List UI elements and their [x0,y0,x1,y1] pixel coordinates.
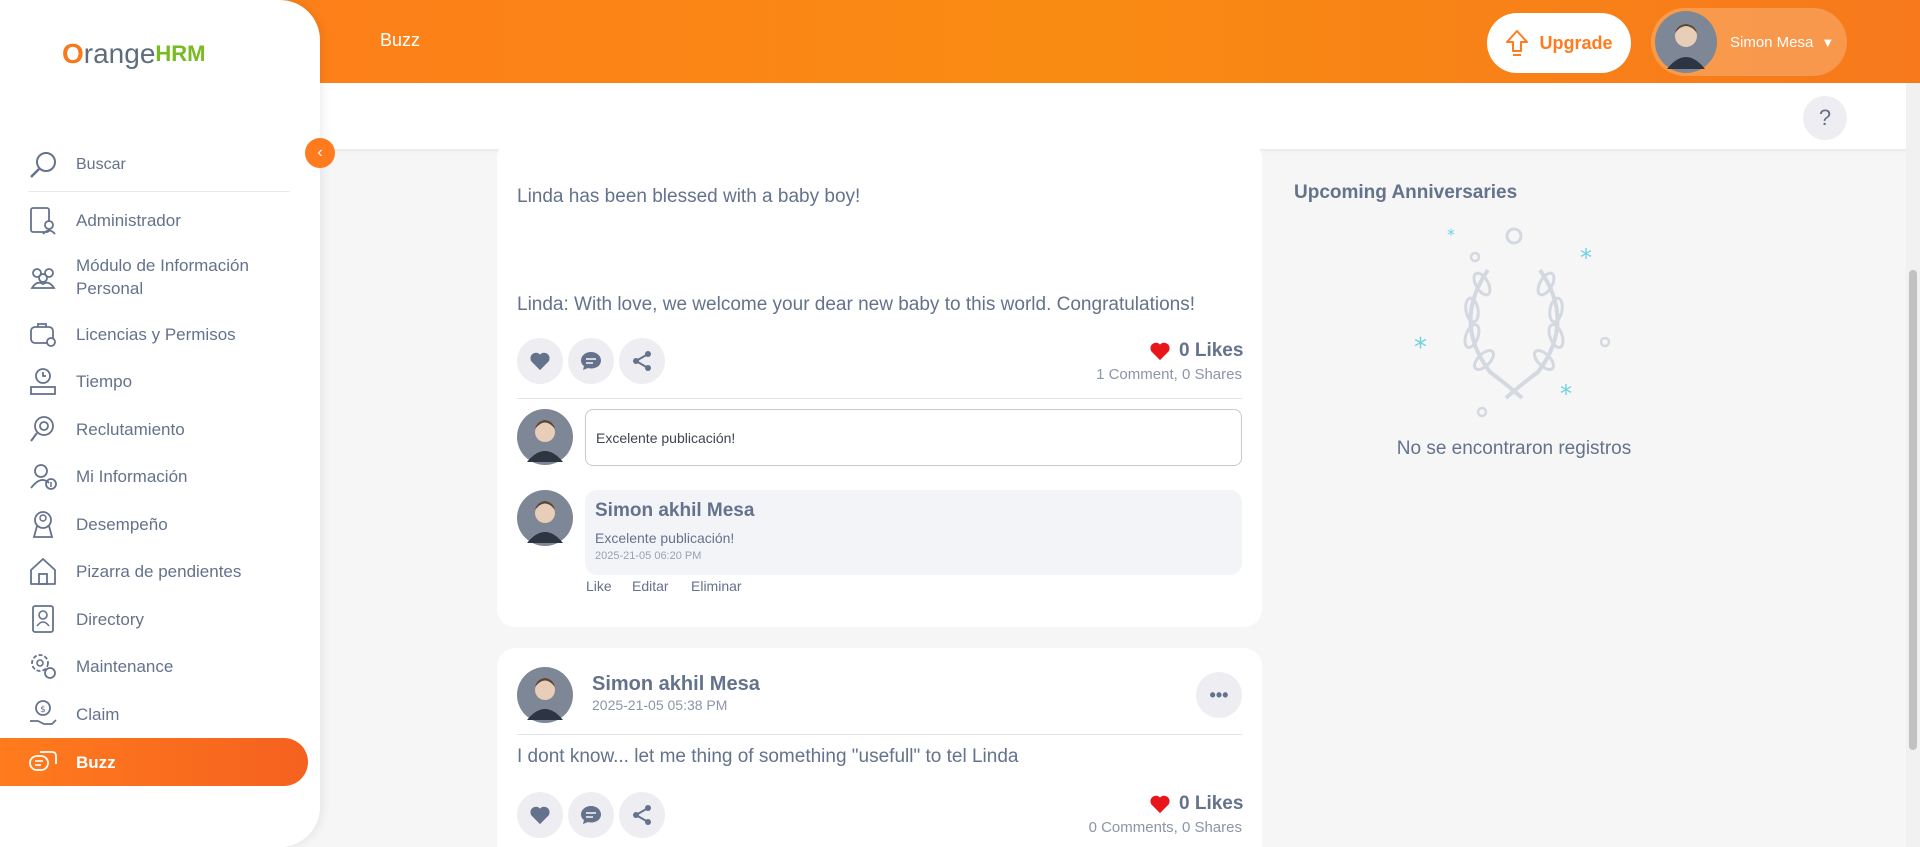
recruitment-icon [30,416,54,442]
post-author: Simon akhil Mesa [592,673,760,695]
time-icon [30,368,56,395]
comment-icon [581,806,601,824]
sidebar-item-label: Módulo de Información Personal [76,256,249,298]
post-text: Linda has been blessed with a baby boy! [517,186,861,207]
performance-icon [32,511,54,538]
comment-share-counts: 0 Comments, 0 Shares [1088,819,1242,836]
comment-author: Simon akhil Mesa [595,500,755,521]
upgrade-button[interactable]: Upgrade [1487,13,1631,73]
sidebar-item-mi-informacion[interactable]: Mi Información [28,461,308,491]
comment-button[interactable] [568,792,614,838]
comment-icon [581,352,601,370]
sidebar-search[interactable]: Buscar [28,138,290,192]
search-icon [30,151,56,178]
sidebar-item-label: Administrador [76,210,181,230]
share-icon [633,351,651,371]
divider [517,398,1242,399]
share-button[interactable] [619,792,665,838]
heart-icon [530,806,550,825]
scrollbar-thumb[interactable] [1909,270,1917,750]
laurel-wreath-icon: * * * * [1414,225,1610,418]
maintenance-icon [31,654,56,679]
sidebar-item-label: Tiempo [76,371,133,391]
upgrade-label: Upgrade [1539,32,1613,53]
sidebar-item-label: Pizarra de pendientes [76,561,242,581]
sidebar-item-label: Desempeño [76,514,168,534]
user-name: Simon Mesa [1730,33,1814,51]
sidebar-item-label: Mi Información [76,466,188,486]
comment-delete-link[interactable]: Eliminar [691,578,742,594]
svg-text:*: * [1447,225,1455,244]
likes-count: 0 Likes [1149,340,1243,362]
dashboard-icon [30,558,56,585]
sidebar-item-pim[interactable]: Módulo de Información Personal [28,254,308,300]
chevron-down-icon: ▼ [1821,34,1835,50]
sidebar-item-label: Buzz [76,752,116,772]
comment-input[interactable]: Excelente publicación! [585,409,1242,466]
avatar [517,490,573,546]
share-button[interactable] [619,338,665,384]
heart-icon [530,352,550,371]
pim-icon [30,268,56,289]
sidebar-item-claim[interactable]: $ Claim [28,699,308,729]
leave-icon [30,323,56,347]
my-info-icon [30,464,57,490]
more-options-button[interactable]: ••• [1196,672,1242,718]
post-text: I dont know... let me thing of something… [517,746,1019,767]
collapse-sidebar-button[interactable]: ‹ [305,138,335,168]
sidebar-item-directory[interactable]: Directory [28,604,308,634]
sidebar-item-label: Directory [76,609,145,629]
likes-count: 0 Likes [1149,793,1243,815]
comment-edit-link[interactable]: Editar [632,578,669,594]
avatar [517,667,573,723]
heart-filled-icon [1150,795,1170,814]
chevron-left-icon: ‹ [317,144,323,161]
comment-like-link[interactable]: Like [586,578,612,594]
svg-text:$: $ [40,705,46,715]
empty-state-text: No se encontraron registros [1396,438,1632,459]
comment-date: 2025-21-05 06:20 PM [595,550,702,562]
sidebar-item-desempeno[interactable]: Desempeño [28,509,308,539]
search-label: Buscar [76,155,126,173]
svg-text:*: * [1560,380,1572,408]
sidebar-item-label: Claim [76,704,120,724]
sidebar-item-administrador[interactable]: Administrador [28,205,308,235]
post-date: 2025-21-05 05:38 PM [592,697,728,713]
sidebar-item-label: Reclutamiento [76,419,185,439]
like-button[interactable] [517,792,563,838]
user-dropdown[interactable]: Simon Mesa ▼ [1651,8,1847,76]
page-title: Buzz [380,30,421,50]
divider [517,734,1242,735]
sidebar-item-buzz[interactable]: Buzz [0,738,308,786]
claim-icon: $ [30,700,57,725]
comment-button[interactable] [568,338,614,384]
upgrade-arrow-icon [1506,30,1529,56]
directory-icon [32,605,54,633]
sidebar-item-pizarra[interactable]: Pizarra de pendientes [28,556,308,586]
user-avatar [1655,11,1717,73]
avatar [517,409,573,465]
sidebar-item-reclutamiento[interactable]: Reclutamiento [28,414,308,444]
sidebar-item-label: Maintenance [76,656,174,676]
orangehrm-logo: Orange HRM [62,38,206,69]
sidebar-item-tiempo[interactable]: Tiempo [28,366,308,396]
sidebar-item-licencias[interactable]: Licencias y Permisos [28,319,308,349]
like-button[interactable] [517,338,563,384]
heart-filled-icon [1150,342,1170,361]
admin-icon [30,207,56,235]
svg-text:*: * [1414,333,1427,363]
post-text: Linda: With love, we welcome your dear n… [517,294,1196,315]
buzz-icon [29,751,57,771]
svg-text:*: * [1580,244,1592,272]
comment-text: Excelente publicación! [595,530,735,546]
sidebar-item-maintenance[interactable]: Maintenance [28,651,308,681]
anniversaries-title: Upcoming Anniversaries [1294,182,1518,203]
sidebar: Orange HRM Buscar Administrador Módulo de… [0,0,320,847]
comment-share-counts: 1 Comment, 0 Shares [1096,366,1242,383]
share-icon [633,805,651,825]
sidebar-item-label: Licencias y Permisos [76,324,236,344]
help-button[interactable]: ? [1803,96,1847,140]
